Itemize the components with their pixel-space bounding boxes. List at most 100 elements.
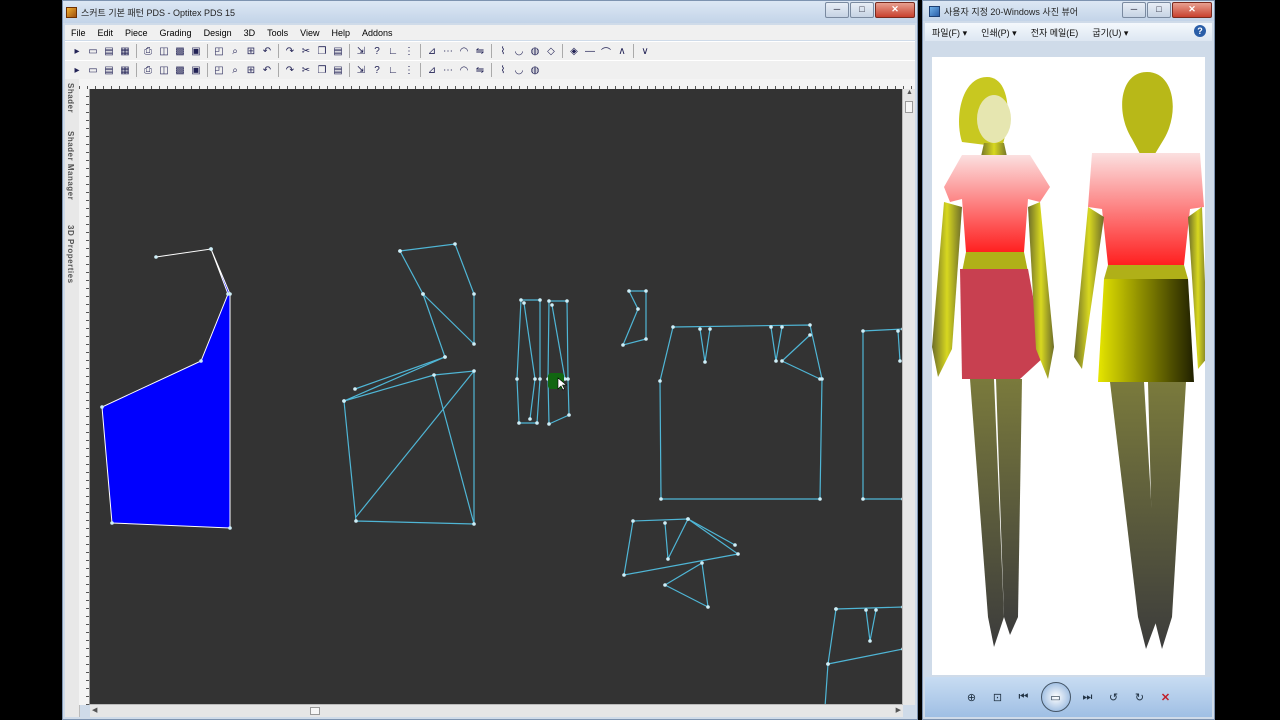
rule-icon[interactable]: ⊿ xyxy=(426,45,438,57)
pattern-point[interactable] xyxy=(517,421,521,425)
pds-titlebar[interactable]: 스커트 기본 패턴 PDS - Optitex PDS 15 ─ □ ✕ xyxy=(63,1,917,23)
viewer-menu-email[interactable]: 전자 메일(E) xyxy=(1024,26,1086,39)
close-button[interactable]: ✕ xyxy=(875,2,915,18)
sew-icon[interactable]: ◡ xyxy=(513,45,525,57)
pattern-point[interactable] xyxy=(421,292,425,296)
save-icon[interactable]: ▦ xyxy=(119,45,131,57)
pattern-point[interactable] xyxy=(354,519,358,523)
selected-pattern-piece[interactable] xyxy=(101,248,231,529)
horizontal-scrollbar[interactable]: ◀ ▶ xyxy=(90,704,903,717)
pattern-icon[interactable]: ◍ xyxy=(529,64,541,76)
pattern-piece-strip-2[interactable] xyxy=(547,300,570,425)
drape-icon[interactable]: ◇ xyxy=(545,45,557,57)
pin-icon[interactable]: ↷ xyxy=(284,64,296,76)
help-icon[interactable]: ? xyxy=(371,45,383,57)
trash-icon[interactable]: ↶ xyxy=(261,64,273,76)
align-icon[interactable]: ⋯ xyxy=(442,64,454,76)
redo-icon[interactable]: ↷ xyxy=(284,45,296,57)
pattern-point[interactable] xyxy=(861,497,865,501)
circle-icon[interactable]: ⎙ xyxy=(142,64,154,76)
pattern-point[interactable] xyxy=(228,526,232,530)
new-file-icon[interactable]: ▭ xyxy=(87,45,99,57)
pattern-point[interactable] xyxy=(706,605,710,609)
rotate-ccw-icon[interactable]: ∟ xyxy=(387,64,399,76)
pattern-point[interactable] xyxy=(644,337,648,341)
minimize-button[interactable]: ─ xyxy=(825,2,849,18)
pattern-point[interactable] xyxy=(780,325,784,329)
menu-tools[interactable]: Tools xyxy=(261,28,294,38)
pattern-piece-bodice-front[interactable] xyxy=(399,243,475,346)
viewer-menu-print[interactable]: 인쇄(P) ▾ xyxy=(974,26,1024,39)
pattern-piece-skirt-front[interactable] xyxy=(659,324,823,500)
menu-design[interactable]: Design xyxy=(198,28,238,38)
pattern-point[interactable] xyxy=(663,583,667,587)
viewer-titlebar[interactable]: 사용자 지정 20-Windows 사진 뷰어 ─ □ ✕ xyxy=(923,1,1214,21)
pattern-piece-waistband[interactable] xyxy=(835,606,904,610)
pattern-point[interactable] xyxy=(528,417,532,421)
cut-icon[interactable]: ✂ xyxy=(300,45,312,57)
pattern-point[interactable] xyxy=(209,247,213,251)
report-icon[interactable]: ⇋ xyxy=(474,64,486,76)
pattern-point[interactable] xyxy=(733,543,737,547)
move-icon[interactable]: ✂ xyxy=(300,64,312,76)
next-icon[interactable]: ⏭ xyxy=(1079,688,1097,706)
pattern-point[interactable] xyxy=(535,421,539,425)
pattern-point[interactable] xyxy=(547,299,551,303)
copy-icon[interactable]: ❐ xyxy=(316,45,328,57)
layer-icon[interactable]: ◠ xyxy=(458,64,470,76)
pattern-point[interactable] xyxy=(443,355,447,359)
menu-view[interactable]: View xyxy=(294,28,325,38)
rotate-ccw-icon[interactable]: ↺ xyxy=(1105,688,1123,706)
rotate-cw-icon[interactable]: ⋮ xyxy=(403,64,415,76)
pattern-point[interactable] xyxy=(472,342,476,346)
horizontal-scroll-thumb[interactable] xyxy=(310,707,320,715)
pattern-canvas[interactable] xyxy=(90,89,905,709)
pattern-point[interactable] xyxy=(547,422,551,426)
pattern-piece-strip-1[interactable] xyxy=(516,299,541,424)
print-icon[interactable]: ⎙ xyxy=(142,45,154,57)
pattern-point[interactable] xyxy=(567,413,571,417)
pattern-point[interactable] xyxy=(538,377,542,381)
maximize-button[interactable]: □ xyxy=(850,2,874,18)
seam-icon[interactable]: ⋯ xyxy=(442,45,454,57)
pattern-point[interactable] xyxy=(631,519,635,523)
copy-piece-icon[interactable]: ⇲ xyxy=(355,64,367,76)
vertical-scroll-thumb[interactable] xyxy=(905,101,913,113)
pattern-point[interactable] xyxy=(627,289,631,293)
pattern-point[interactable] xyxy=(868,639,872,643)
pattern-point[interactable] xyxy=(353,387,357,391)
settings-icon[interactable]: ⌇ xyxy=(497,64,509,76)
rotate-cw-icon[interactable]: ↻ xyxy=(1131,688,1149,706)
menu-help[interactable]: Help xyxy=(325,28,356,38)
line-icon[interactable]: — xyxy=(584,45,596,57)
tab-shader-manager[interactable]: Shader Manager xyxy=(66,131,75,200)
export-icon[interactable]: ◡ xyxy=(513,64,525,76)
pattern-point[interactable] xyxy=(896,329,900,333)
pleat-icon[interactable]: ⌒ xyxy=(600,45,612,59)
pattern-point[interactable] xyxy=(864,608,868,612)
pattern-point[interactable] xyxy=(228,292,232,296)
pattern-point[interactable] xyxy=(636,307,640,311)
pattern-point[interactable] xyxy=(861,329,865,333)
pattern-point[interactable] xyxy=(834,607,838,611)
flip-icon[interactable]: ⊿ xyxy=(426,64,438,76)
plot-icon[interactable]: ▩ xyxy=(174,45,186,57)
pattern-point[interactable] xyxy=(519,298,523,302)
pattern-point[interactable] xyxy=(565,299,569,303)
rotate-icon[interactable]: ❐ xyxy=(316,64,328,76)
cloth-icon[interactable]: ◈ xyxy=(568,45,580,57)
lasso-icon[interactable]: ◰ xyxy=(213,64,225,76)
menu-addons[interactable]: Addons xyxy=(356,28,399,38)
import-icon[interactable]: ⇲ xyxy=(355,45,367,57)
menu-grading[interactable]: Grading xyxy=(154,28,198,38)
pattern-point[interactable] xyxy=(808,333,812,337)
notch-icon[interactable]: ◠ xyxy=(458,45,470,57)
pattern-point[interactable] xyxy=(780,359,784,363)
previous-icon[interactable]: ⏮ xyxy=(1015,688,1033,706)
stitch-icon[interactable]: ⌇ xyxy=(497,45,509,57)
globe-icon[interactable]: ◫ xyxy=(158,64,170,76)
pattern-point[interactable] xyxy=(398,249,402,253)
vertical-scrollbar[interactable]: ▲ xyxy=(902,89,915,705)
tuck-icon[interactable]: ∨ xyxy=(639,45,651,57)
pattern-point[interactable] xyxy=(154,255,158,259)
